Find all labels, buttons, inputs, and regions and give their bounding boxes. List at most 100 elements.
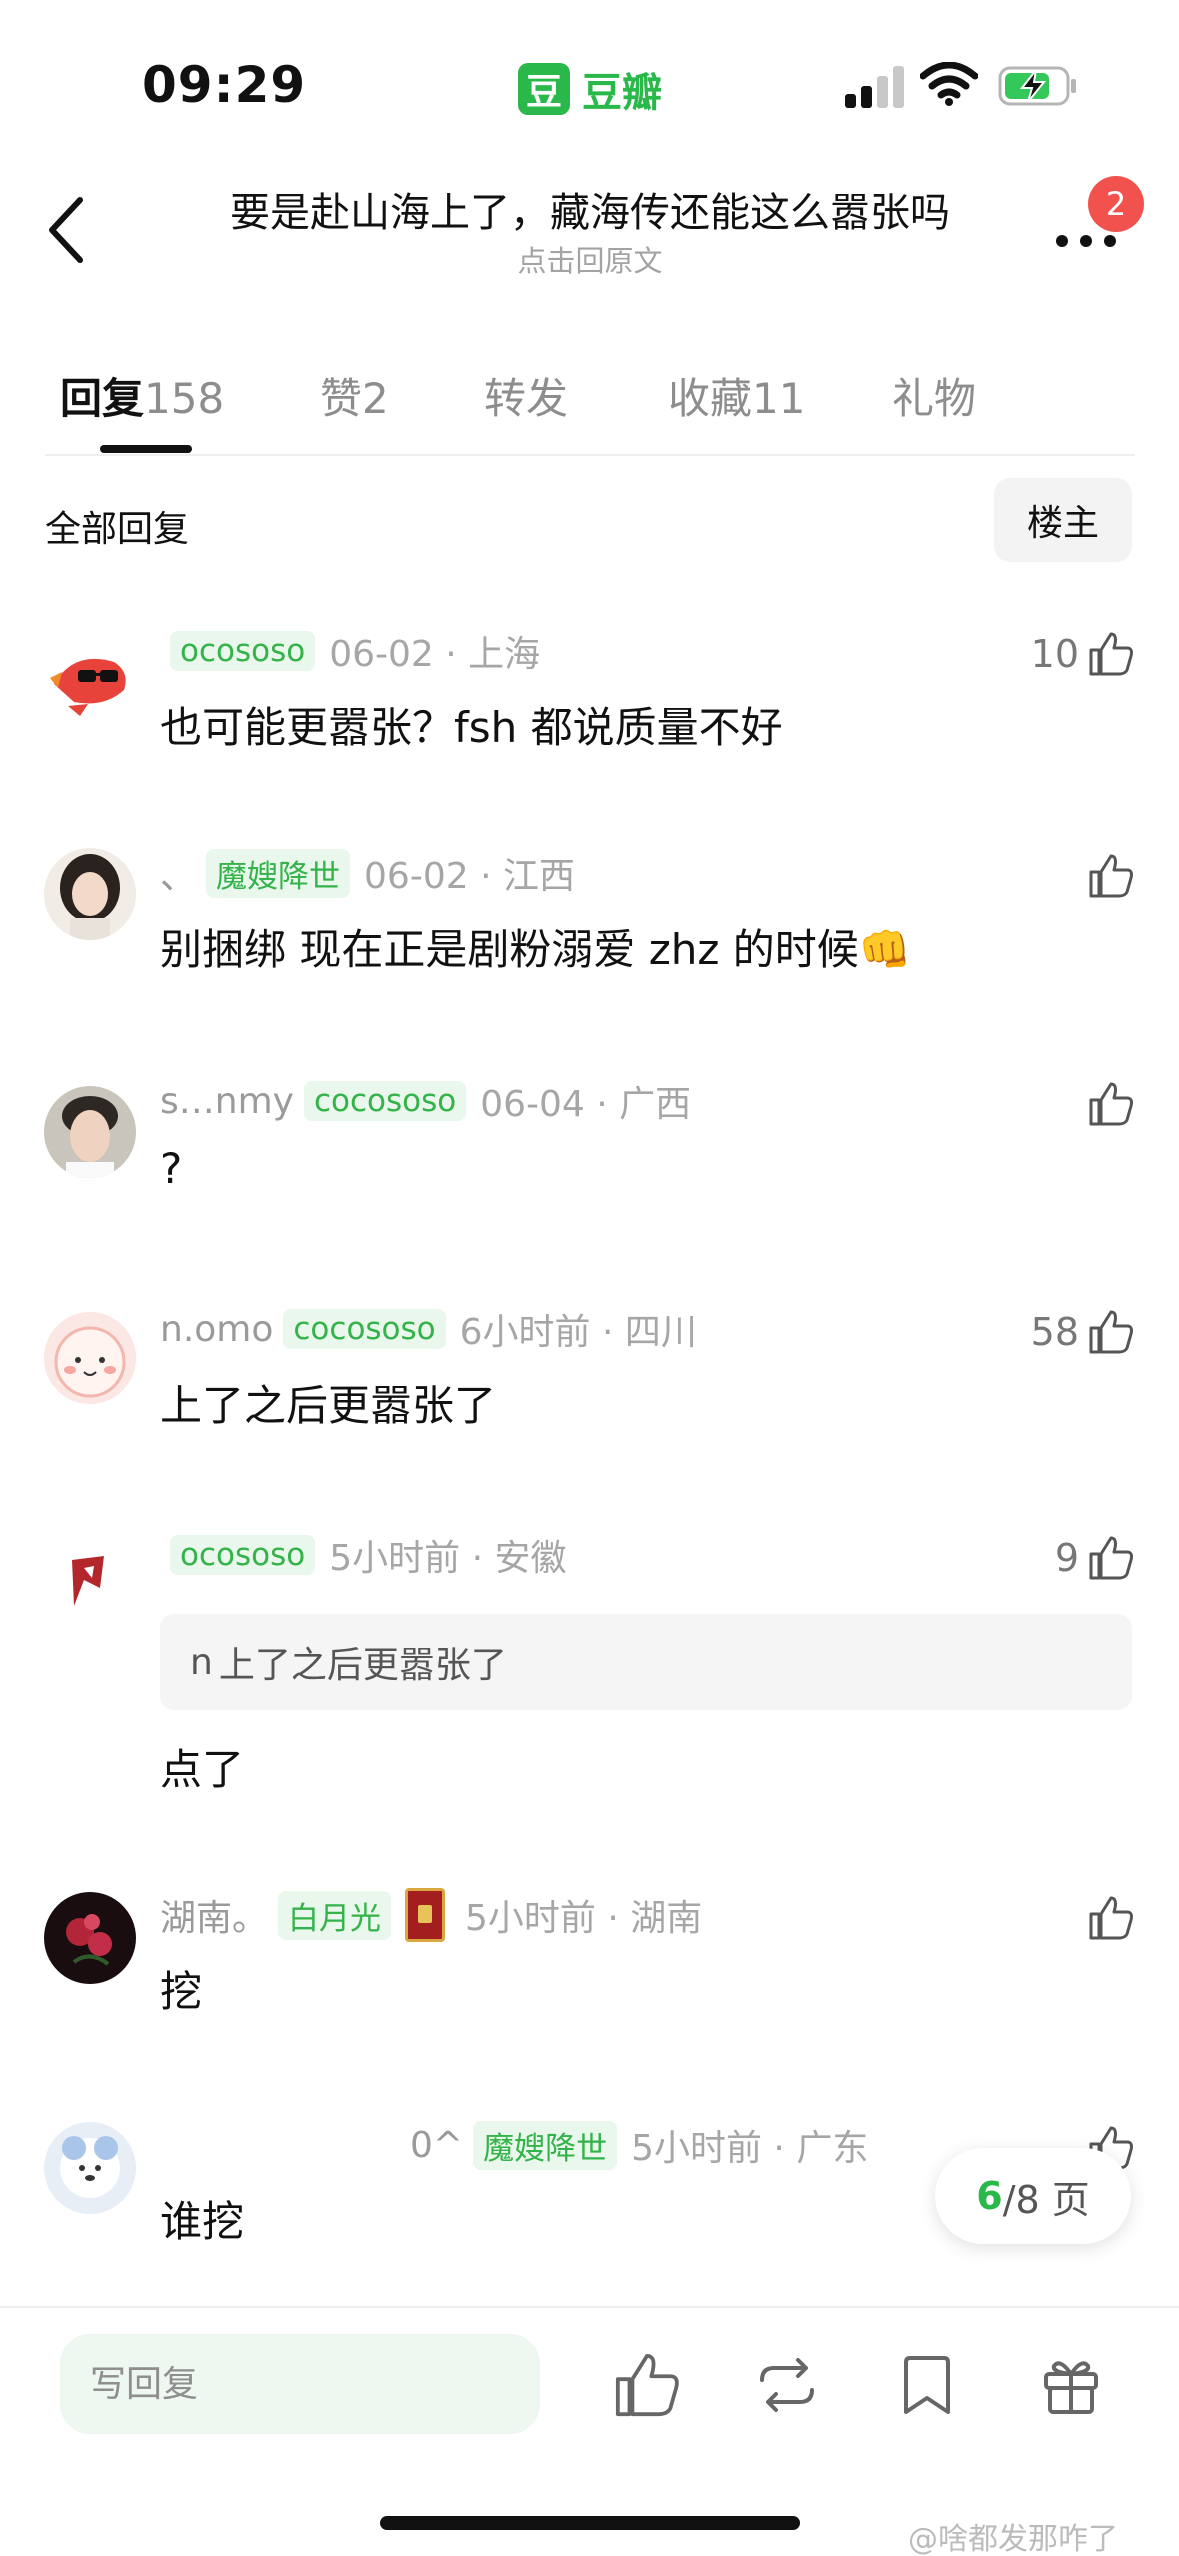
comment-date-location: 06-04 · 广西: [480, 1084, 692, 1125]
comment-text: ?: [160, 1144, 183, 1193]
like-button[interactable]: 10: [1031, 626, 1135, 682]
thumbs-up-icon[interactable]: [612, 2350, 682, 2420]
like-button[interactable]: [1079, 1890, 1135, 1946]
douban-logo-icon: 豆: [518, 63, 570, 115]
group-tag: ocososo: [170, 1535, 316, 1575]
like-button[interactable]: 58: [1031, 1304, 1135, 1360]
comment-meta: 0^ 魔嫂降世 5小时前 · 广东: [160, 2120, 868, 2170]
comment-item[interactable]: s…nmy cocososo 06-04 · 广西 ?: [0, 1076, 1179, 1236]
tab-gifts[interactable]: 礼物: [892, 365, 976, 426]
comment-date-location: 5小时前 · 广东: [631, 2128, 869, 2169]
comment-item[interactable]: 湖南。 白月光 5小时前 · 湖南 挖: [0, 1888, 1179, 2050]
total-pages: /8 页: [1002, 2177, 1090, 2222]
gift-icon[interactable]: [1036, 2350, 1106, 2420]
thumbs-up-icon: [1089, 1896, 1133, 1940]
comment-item[interactable]: ocososo 5小时前 · 安徽 9 n 上了之后更嚣张了 点了: [0, 1530, 1179, 1820]
avatar[interactable]: [44, 632, 136, 724]
wifi-icon: [920, 62, 978, 106]
comment-text: 点了: [160, 1745, 245, 1794]
tab-replies[interactable]: 回复158: [60, 365, 224, 426]
status-bar: 09:29 豆 豆瓣: [0, 0, 1179, 150]
group-tag: 白月光: [278, 1890, 392, 1940]
thumbs-up-icon: [1089, 632, 1133, 676]
bookmark-icon[interactable]: [892, 2350, 962, 2420]
tab-reposts[interactable]: 转发: [484, 365, 568, 426]
comment-text: 也可能更嚣张？fsh 都说质量不好: [160, 703, 783, 752]
home-indicator[interactable]: [380, 2516, 800, 2530]
comment-username[interactable]: n.omo: [160, 1309, 273, 1350]
cellular-signal-icon: [845, 66, 905, 108]
like-count: 10: [1030, 632, 1079, 676]
bottom-action-bar: @啥都发那咋了: [0, 2306, 1179, 2556]
quoted-username: n: [190, 1641, 213, 1683]
thumbs-up-icon: [1089, 1082, 1133, 1126]
comment-meta: ocososo 06-02 · 上海: [160, 626, 540, 676]
like-button[interactable]: [1079, 848, 1135, 904]
comment-meta: 湖南。 白月光 5小时前 · 湖南: [160, 1888, 703, 1942]
tab-label: 转发: [484, 374, 569, 423]
tab-count: 2: [362, 374, 389, 423]
comment-text: 谁挖: [160, 2197, 245, 2246]
thumbs-up-icon: [1089, 1310, 1133, 1354]
tab-label: 礼物: [892, 374, 977, 423]
thumbs-up-icon: [1089, 854, 1133, 898]
comment-item[interactable]: ocososo 06-02 · 上海 10 也可能更嚣张？fsh 都说质量不好: [0, 626, 1179, 786]
comment-date-location: 06-02 · 江西: [364, 856, 575, 897]
comment-item[interactable]: 、 魔嫂降世 06-02 · 江西 别捆绑 现在正是剧粉溺爱 zhz 的时候👊: [0, 848, 1179, 1008]
app-name: 豆瓣: [582, 70, 662, 116]
group-tag: cocososo: [303, 1081, 467, 1121]
post-header: 要是赴山海上了，藏海传还能这么嚣张吗 点击回原文 2: [0, 160, 1179, 300]
group-tag: 魔嫂降世: [473, 2120, 618, 2170]
app-badge: 豆 豆瓣: [518, 60, 662, 118]
divider: [45, 454, 1135, 456]
comment-date-location: 5小时前 · 安徽: [329, 1538, 567, 1579]
tab-likes[interactable]: 赞2: [320, 365, 389, 426]
tab-label: 赞: [320, 374, 363, 423]
reply-input[interactable]: [60, 2334, 540, 2434]
tab-count: 11: [752, 374, 806, 423]
comment-meta: n.omo cocososo 6小时前 · 四川: [160, 1304, 697, 1354]
comment-item[interactable]: n.omo cocososo 6小时前 · 四川 58 上了之后更嚣张了: [0, 1304, 1179, 1464]
active-tab-indicator: [100, 445, 192, 453]
comment-meta: ocososo 5小时前 · 安徽: [160, 1530, 566, 1580]
tab-count: 158: [144, 374, 225, 423]
like-count: 58: [1030, 1310, 1079, 1354]
notification-badge: 2: [1088, 176, 1144, 232]
back-arrow-icon[interactable]: [40, 190, 100, 270]
comment-date-location: 06-02 · 上海: [329, 634, 541, 675]
comment-date-location: 5小时前 · 湖南: [465, 1898, 703, 1939]
group-tag: 魔嫂降世: [206, 848, 351, 898]
post-title[interactable]: 要是赴山海上了，藏海传还能这么嚣张吗: [180, 180, 1000, 238]
comment-date-location: 6小时前 · 四川: [459, 1312, 697, 1353]
status-time: 09:29: [142, 56, 307, 114]
avatar[interactable]: [44, 1312, 136, 1404]
avatar[interactable]: [44, 1540, 136, 1632]
avatar[interactable]: [44, 2122, 136, 2214]
avatar[interactable]: [44, 1086, 136, 1178]
tab-label: 回复: [60, 374, 145, 423]
comment-meta: s…nmy cocososo 06-04 · 广西: [160, 1076, 691, 1126]
all-replies-label: 全部回复: [45, 509, 190, 550]
avatar[interactable]: [44, 1892, 136, 1984]
quoted-text: 上了之后更嚣张了: [218, 1645, 507, 1686]
tab-collections[interactable]: 收藏11: [668, 365, 805, 426]
like-button[interactable]: 9: [1055, 1530, 1135, 1586]
tab-bar: 回复158 赞2 转发 收藏11 礼物: [0, 345, 1179, 455]
avatar[interactable]: [44, 848, 136, 940]
repost-icon[interactable]: [752, 2350, 822, 2420]
like-count: 9: [1054, 1536, 1079, 1580]
comment-username[interactable]: s…nmy: [160, 1081, 294, 1122]
medal-badge-icon: [405, 1888, 446, 1942]
comment-username[interactable]: 湖南。: [160, 1889, 268, 1941]
like-button[interactable]: [1079, 1076, 1135, 1132]
thumbs-up-icon: [1089, 1536, 1133, 1580]
battery-charging-icon: [998, 66, 1076, 106]
page-indicator[interactable]: 6/8 页: [935, 2148, 1131, 2244]
quoted-reply[interactable]: n 上了之后更嚣张了: [160, 1614, 1132, 1710]
comment-username[interactable]: 0^: [410, 2125, 463, 2166]
back-to-post-link[interactable]: 点击回原文: [180, 238, 1000, 280]
tab-label: 收藏: [668, 374, 753, 423]
comment-username[interactable]: 、: [160, 847, 196, 899]
op-only-button[interactable]: 楼主: [994, 478, 1132, 562]
group-tag: ocososo: [170, 631, 316, 671]
